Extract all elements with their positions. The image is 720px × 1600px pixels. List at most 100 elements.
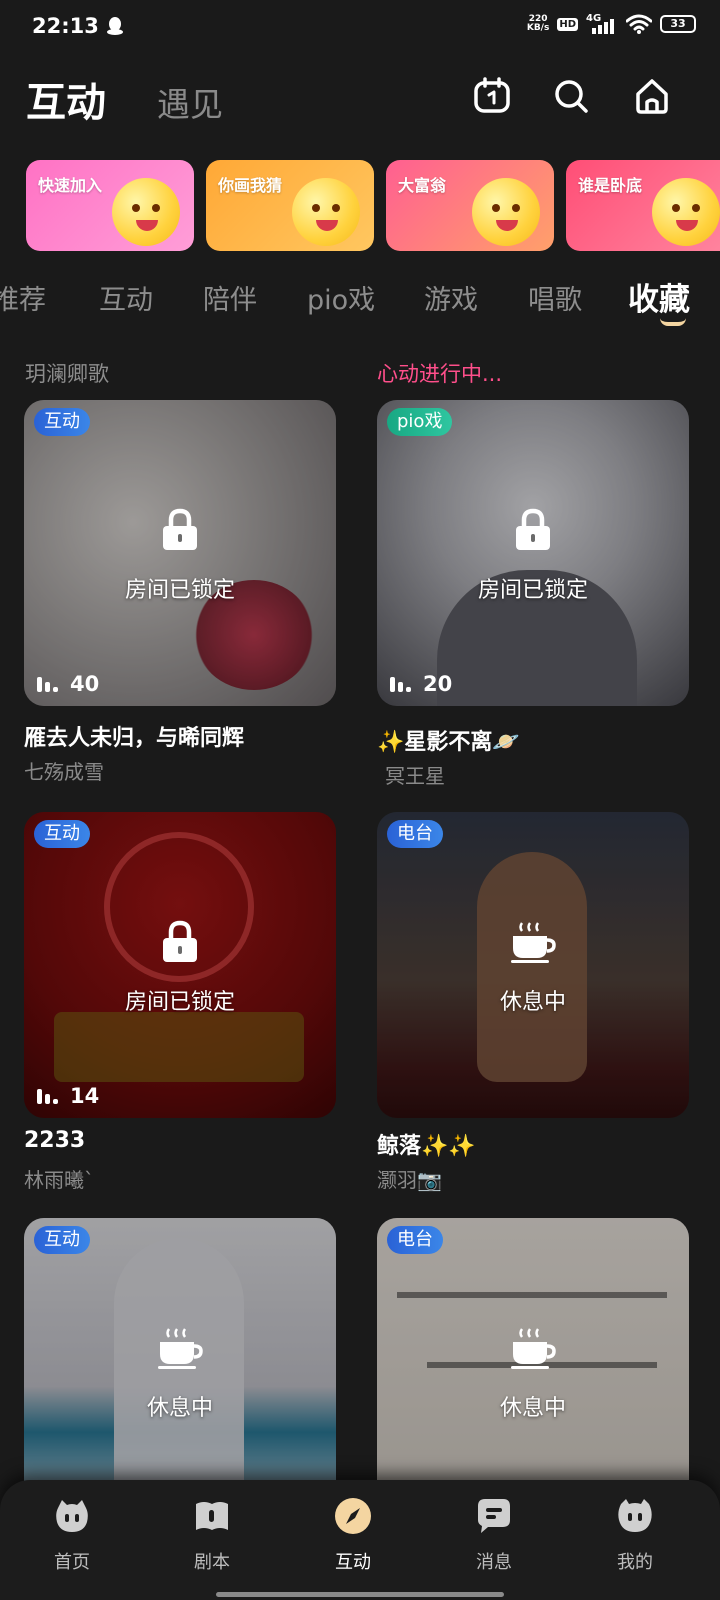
- emoji-face-icon: [472, 178, 540, 246]
- room-state: 休息中: [146, 1396, 213, 1421]
- room-count: 20: [423, 672, 453, 696]
- nav-label: 剧本: [194, 1552, 230, 1573]
- coffee-cup-icon: [511, 1328, 556, 1369]
- room-status: 休息中: [377, 920, 689, 1016]
- room-count: 40: [70, 672, 100, 696]
- nav-home[interactable]: 首页: [12, 1480, 132, 1580]
- qq-notification-icon: [107, 17, 123, 35]
- game-card-undercover[interactable]: 谁是卧底: [566, 160, 720, 251]
- home-indicator[interactable]: [216, 1592, 504, 1597]
- tab-pio-drama[interactable]: pio戏: [307, 278, 375, 317]
- category-tabs: 推荐 互动 陪伴 pio戏 游戏 唱歌 收藏: [0, 270, 720, 326]
- status-icons: 220 KB/s HD 4G 33: [527, 13, 696, 34]
- room-state: 房间已锁定: [124, 990, 235, 1015]
- room-status: 休息中: [24, 1326, 336, 1422]
- lock-icon: [163, 920, 197, 962]
- nav-label: 互动: [335, 1552, 371, 1573]
- home-icon[interactable]: [632, 76, 672, 116]
- book-icon: [196, 1502, 228, 1530]
- room-tag: 互动: [34, 408, 90, 436]
- tab-singing[interactable]: 唱歌: [528, 278, 582, 317]
- nav-messages[interactable]: 消息: [434, 1480, 554, 1580]
- hd-icon: HD: [557, 17, 578, 31]
- room-popularity: 14: [36, 1084, 99, 1108]
- game-card-title: 大富翁: [398, 176, 447, 195]
- room-tag: 电台: [387, 820, 443, 848]
- tab-games[interactable]: 游戏: [424, 278, 478, 317]
- wifi-icon: [626, 14, 652, 34]
- tab-favorites[interactable]: 收藏: [628, 274, 690, 319]
- room-status: 房间已锁定: [24, 508, 336, 604]
- popularity-bars-icon: [37, 677, 58, 692]
- room-state: 休息中: [499, 990, 566, 1015]
- net-speed-unit: KB/s: [526, 23, 550, 33]
- active-tab-indicator: [660, 318, 686, 326]
- room-owner: 七殇成雪: [24, 760, 104, 784]
- room-popularity: 40: [36, 672, 99, 696]
- room-state: 房间已锁定: [477, 578, 588, 603]
- tab-interaction[interactable]: 互动: [26, 70, 106, 128]
- search-icon[interactable]: [551, 76, 591, 116]
- nav-script[interactable]: 剧本: [152, 1480, 272, 1580]
- game-card-title: 谁是卧底: [578, 176, 643, 195]
- room-card[interactable]: 互动 房间已锁定 40: [24, 400, 336, 706]
- game-card-draw-guess[interactable]: 你画我猜: [206, 160, 374, 251]
- room-owner: 林雨曦`: [24, 1168, 94, 1192]
- bottom-nav: 首页 剧本 互动 消息 我的: [0, 1480, 720, 1600]
- room-title: ✨星影不离🪐: [377, 730, 520, 755]
- room-tag: 电台: [387, 1226, 443, 1254]
- game-card-monopoly[interactable]: 大富翁: [386, 160, 554, 251]
- emoji-face-icon: [292, 178, 360, 246]
- lock-icon: [163, 508, 197, 550]
- room-tag: pio戏: [387, 408, 453, 436]
- profile-icon: [618, 1499, 652, 1532]
- coffee-cup-icon: [158, 1328, 203, 1369]
- room-owner: 冥王星: [385, 764, 445, 788]
- popularity-bars-icon: [37, 1089, 58, 1104]
- lock-icon: [516, 508, 550, 550]
- emoji-face-icon: [112, 178, 180, 246]
- room-title: 鲸落✨✨: [377, 1134, 476, 1159]
- game-card-title: 你画我猜: [218, 176, 283, 195]
- room-card[interactable]: 互动 房间已锁定 14: [24, 812, 336, 1118]
- left-column-header: 玥澜卿歌: [25, 362, 109, 386]
- room-title: 雁去人未归，与晞同辉: [24, 726, 245, 751]
- room-card[interactable]: 电台 休息中: [377, 812, 689, 1118]
- room-state: 休息中: [499, 1396, 566, 1421]
- tab-meet[interactable]: 遇见: [157, 78, 223, 126]
- room-card[interactable]: 互动 休息中: [24, 1218, 336, 1524]
- net-speed: 220 KB/s: [527, 15, 549, 33]
- cat-face-icon: [56, 1500, 88, 1532]
- nav-profile[interactable]: 我的: [575, 1480, 695, 1580]
- status-bar: 22:13 220 KB/s HD 4G 33: [0, 0, 720, 58]
- nav-label: 首页: [54, 1552, 90, 1573]
- room-tag: 互动: [34, 1226, 90, 1254]
- room-count: 14: [70, 1084, 100, 1108]
- nav-label: 我的: [617, 1552, 653, 1573]
- room-title: 2233: [24, 1128, 86, 1153]
- coffee-cup-icon: [511, 922, 556, 963]
- game-card-title: 快速加入: [38, 176, 103, 195]
- room-state: 房间已锁定: [124, 578, 235, 603]
- compass-icon: [335, 1498, 371, 1534]
- room-owner: 灏羽📷: [377, 1168, 442, 1192]
- game-card-quick-join[interactable]: 快速加入: [26, 160, 194, 251]
- emoji-face-icon: [652, 178, 720, 246]
- room-card[interactable]: pio戏 房间已锁定 20: [377, 400, 689, 706]
- room-status: 房间已锁定: [24, 920, 336, 1016]
- checkin-calendar-icon[interactable]: [472, 76, 512, 116]
- tab-recommend[interactable]: 推荐: [0, 278, 46, 317]
- room-status: 休息中: [377, 1326, 689, 1422]
- room-card[interactable]: 电台 休息中: [377, 1218, 689, 1524]
- tab-interact[interactable]: 互动: [99, 278, 153, 317]
- nav-interact[interactable]: 互动: [293, 1480, 413, 1580]
- header: 互动 遇见: [0, 64, 720, 134]
- nav-label: 消息: [476, 1552, 512, 1573]
- right-column-header: 心动进行中...: [377, 362, 503, 386]
- tab-companion[interactable]: 陪伴: [203, 278, 257, 317]
- status-time: 22:13: [32, 14, 99, 38]
- cellular-signal-icon: 4G: [586, 13, 618, 34]
- room-tag: 互动: [34, 820, 90, 848]
- chat-icon: [478, 1499, 510, 1533]
- room-popularity: 20: [389, 672, 452, 696]
